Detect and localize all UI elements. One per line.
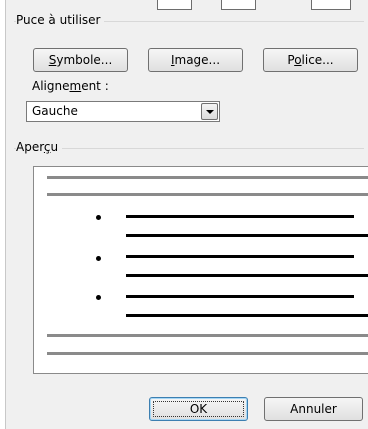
bullet-group-title: Puce à utiliser <box>16 13 105 27</box>
preview-black-line <box>126 215 354 218</box>
font-button[interactable]: Police... <box>263 48 358 72</box>
alignment-label: Alignement : <box>32 79 109 93</box>
clipped-text-fragment <box>0 38 5 46</box>
bullet-dot-icon <box>96 215 101 220</box>
preview-gray-line <box>47 193 368 196</box>
preview-black-line <box>126 314 368 317</box>
preview-black-line <box>126 255 354 258</box>
preview-gray-line <box>47 352 368 355</box>
preview-mnemonic: ç <box>43 140 51 154</box>
font-mnemonic: o <box>294 53 302 67</box>
cancel-button[interactable]: Annuler <box>264 397 363 421</box>
ok-focus-ring <box>153 401 244 417</box>
alignment-select[interactable]: Gauche <box>26 101 220 122</box>
preview-gray-line <box>47 334 368 337</box>
preview-black-line <box>126 295 354 298</box>
alignment-selected-value: Gauche <box>32 104 78 118</box>
chevron-down-icon[interactable] <box>201 103 218 120</box>
ok-button[interactable]: OK <box>149 397 248 421</box>
alignment-mnemonic: m <box>69 79 82 93</box>
image-button[interactable]: Image... <box>148 48 243 72</box>
bullet-dot-icon <box>96 295 101 300</box>
preview-black-line <box>126 274 368 277</box>
clipped-control-top-1 <box>157 0 192 10</box>
preview-pane <box>33 166 368 374</box>
bullet-dot-icon <box>96 256 101 261</box>
background-window-edge <box>0 0 6 429</box>
preview-black-line <box>126 234 368 237</box>
preview-group-title: Aperçu <box>16 140 63 154</box>
symbol-button[interactable]: Symbole... <box>33 48 128 72</box>
clipped-control-top-2 <box>221 0 256 10</box>
preview-gray-line <box>47 176 368 179</box>
clipped-control-top-3 <box>311 0 351 10</box>
preview-group-line <box>14 148 364 149</box>
